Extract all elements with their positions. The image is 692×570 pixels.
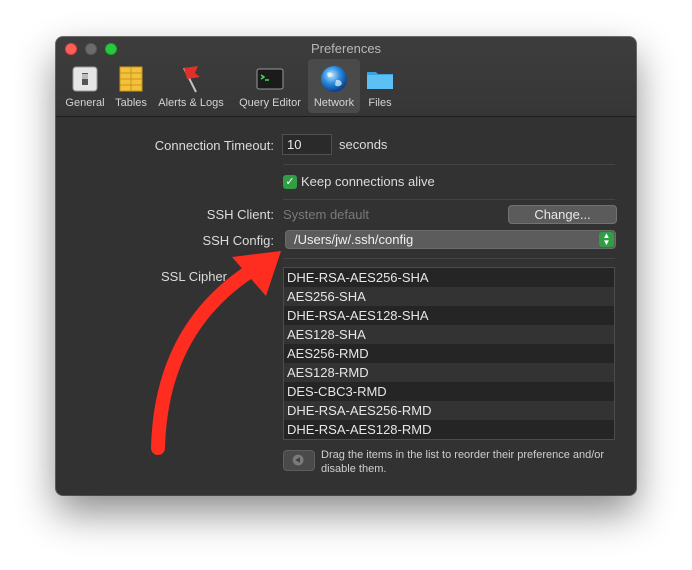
title-bar: Preferences General Tables Alerts & Logs…: [56, 37, 636, 117]
connection-timeout-input[interactable]: 10: [282, 134, 332, 155]
back-arrow-icon: [292, 454, 304, 466]
keep-alive-checkbox[interactable]: ✓: [283, 175, 297, 189]
list-item[interactable]: DHE-RSA-AES128-RMD: [284, 420, 614, 439]
list-item[interactable]: DHE-RSA-AES128-SHA: [284, 306, 614, 325]
network-settings-pane: Connection Timeout: 10 seconds ✓ Keep co…: [56, 117, 636, 495]
preferences-window: Preferences General Tables Alerts & Logs…: [56, 37, 636, 495]
tab-alerts-logs[interactable]: Alerts & Logs: [152, 59, 230, 113]
ssl-cipher-label: SSL Cipher: [161, 269, 227, 284]
ssh-client-value: System default: [283, 207, 369, 222]
alerts-flag-icon: [183, 66, 200, 93]
change-ssh-client-button[interactable]: Change...: [508, 205, 617, 224]
separator: [283, 164, 615, 165]
list-item[interactable]: DHE-RSA-AES256-SHA: [284, 268, 614, 287]
ssl-cipher-list[interactable]: DHE-RSA-AES256-SHA AES256-SHA DHE-RSA-AE…: [283, 267, 615, 440]
separator: [283, 199, 615, 200]
list-item[interactable]: DES-CBC3-RMD: [284, 382, 614, 401]
keep-alive-label: Keep connections alive: [301, 174, 435, 189]
separator: [283, 258, 615, 259]
globe-icon: [321, 66, 347, 92]
ssh-config-label: SSH Config:: [202, 233, 274, 248]
tab-tables[interactable]: Tables: [110, 59, 152, 113]
cipher-hint-text: Drag the items in the list to reorder th…: [321, 449, 605, 475]
ssh-config-select[interactable]: /Users/jw/.ssh/config ▲ ▼: [285, 230, 616, 249]
ssh-client-label: SSH Client:: [206, 207, 274, 222]
list-item[interactable]: AES128-SHA: [284, 325, 614, 344]
tab-network[interactable]: Network: [308, 59, 360, 113]
window-title: Preferences: [310, 41, 382, 56]
tables-icon: [119, 66, 143, 92]
list-item[interactable]: DHE-RSA-AES256-RMD: [284, 401, 614, 420]
tab-files[interactable]: Files: [360, 59, 400, 113]
chevron-up-down-icon: ▲ ▼: [599, 232, 614, 247]
timeout-unit-label: seconds: [339, 137, 388, 152]
list-item[interactable]: AES256-SHA: [284, 287, 614, 306]
list-item[interactable]: AES128-RMD: [284, 363, 614, 382]
folder-icon: [367, 72, 393, 89]
general-icon: [72, 66, 98, 92]
terminal-icon: [256, 68, 284, 90]
tab-general[interactable]: General: [60, 59, 110, 113]
reset-order-button[interactable]: [283, 450, 315, 471]
tab-query-editor[interactable]: Query Editor: [233, 59, 307, 113]
connection-timeout-label: Connection Timeout:: [154, 138, 274, 153]
list-item[interactable]: AES256-RMD: [284, 344, 614, 363]
ssh-config-value: /Users/jw/.ssh/config: [294, 232, 414, 247]
